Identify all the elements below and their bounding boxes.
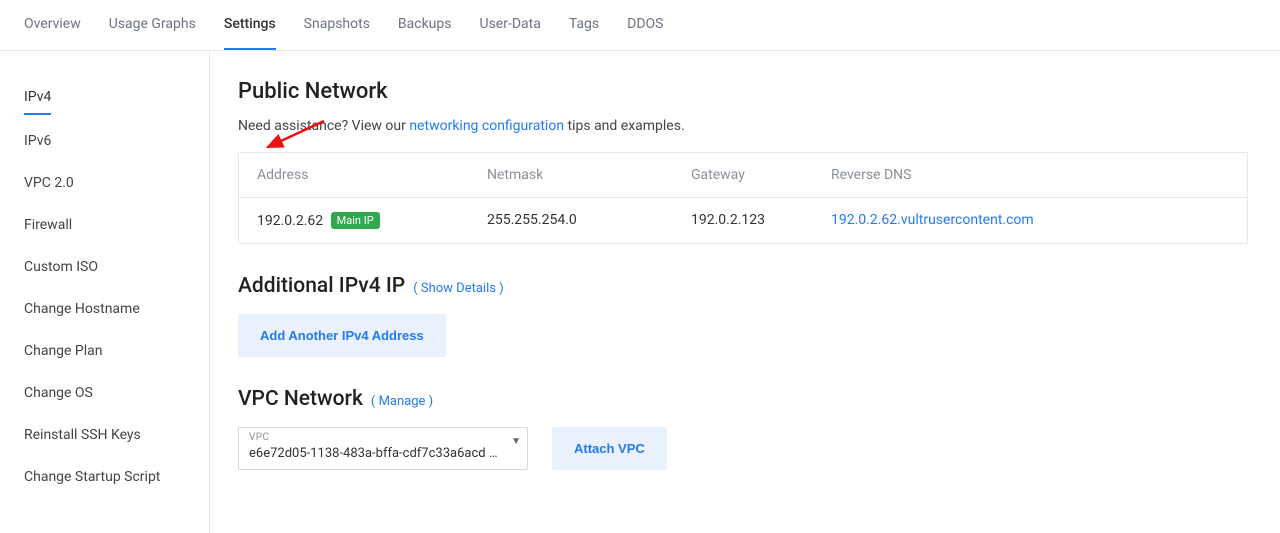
sidebar-item-vpc2[interactable]: VPC 2.0 xyxy=(24,167,74,199)
tab-snapshots[interactable]: Snapshots xyxy=(304,16,370,50)
vpc-network-title: VPC Network xyxy=(238,387,363,411)
ip-gateway: 192.0.2.123 xyxy=(691,212,831,229)
ip-table-row: 192.0.2.62 Main IP 255.255.254.0 192.0.2… xyxy=(239,198,1247,243)
tab-overview[interactable]: Overview xyxy=(24,16,81,50)
chevron-down-icon: ▼ xyxy=(511,436,521,447)
networking-config-link[interactable]: networking configuration xyxy=(409,118,564,134)
tab-user-data[interactable]: User-Data xyxy=(480,16,541,50)
sidebar-item-firewall[interactable]: Firewall xyxy=(24,209,72,241)
tab-settings[interactable]: Settings xyxy=(224,16,276,50)
settings-sidebar: IPv4 IPv6 VPC 2.0 Firewall Custom ISO Ch… xyxy=(0,51,210,533)
reverse-dns-link[interactable]: 192.0.2.62.vultrusercontent.com xyxy=(831,212,1229,229)
ip-address: 192.0.2.62 xyxy=(257,213,323,229)
vpc-select-label: VPC xyxy=(249,432,269,443)
main-ip-badge: Main IP xyxy=(331,212,380,229)
public-network-title: Public Network xyxy=(238,79,1248,104)
vpc-selected-value: e6e72d05-1138-483a-bffa-cdf7c33a6acd - … xyxy=(249,446,504,461)
sidebar-item-change-hostname[interactable]: Change Hostname xyxy=(24,293,140,325)
col-netmask: Netmask xyxy=(487,167,691,183)
sidebar-item-change-plan[interactable]: Change Plan xyxy=(24,335,103,367)
sidebar-item-reinstall-ssh[interactable]: Reinstall SSH Keys xyxy=(24,419,141,451)
attach-vpc-button[interactable]: Attach VPC xyxy=(552,427,667,470)
col-rdns: Reverse DNS xyxy=(831,167,1229,183)
tab-usage-graphs[interactable]: Usage Graphs xyxy=(109,16,196,50)
ip-netmask: 255.255.254.0 xyxy=(487,212,691,229)
sidebar-item-ipv4[interactable]: IPv4 xyxy=(24,81,51,115)
top-tabs: Overview Usage Graphs Settings Snapshots… xyxy=(0,0,1280,51)
additional-ipv4-title: Additional IPv4 IP xyxy=(238,274,405,298)
col-address: Address xyxy=(257,167,487,183)
tab-tags[interactable]: Tags xyxy=(569,16,599,50)
sidebar-item-change-os[interactable]: Change OS xyxy=(24,377,93,409)
sidebar-item-change-startup[interactable]: Change Startup Script xyxy=(24,461,160,493)
sidebar-item-ipv6[interactable]: IPv6 xyxy=(24,125,51,157)
assist-text: Need assistance? View our networking con… xyxy=(238,118,1248,134)
col-gateway: Gateway xyxy=(691,167,831,183)
show-details-link[interactable]: ( Show Details ) xyxy=(413,281,504,296)
sidebar-item-custom-iso[interactable]: Custom ISO xyxy=(24,251,98,283)
ip-table: Address Netmask Gateway Reverse DNS 192.… xyxy=(238,152,1248,244)
vpc-select[interactable]: VPC e6e72d05-1138-483a-bffa-cdf7c33a6acd… xyxy=(238,427,528,470)
tab-ddos[interactable]: DDOS xyxy=(627,16,663,50)
add-ipv4-button[interactable]: Add Another IPv4 Address xyxy=(238,314,446,357)
main-content: Public Network Need assistance? View our… xyxy=(210,51,1280,533)
tab-backups[interactable]: Backups xyxy=(398,16,452,50)
vpc-manage-link[interactable]: ( Manage ) xyxy=(371,394,433,409)
ip-table-header: Address Netmask Gateway Reverse DNS xyxy=(239,153,1247,198)
